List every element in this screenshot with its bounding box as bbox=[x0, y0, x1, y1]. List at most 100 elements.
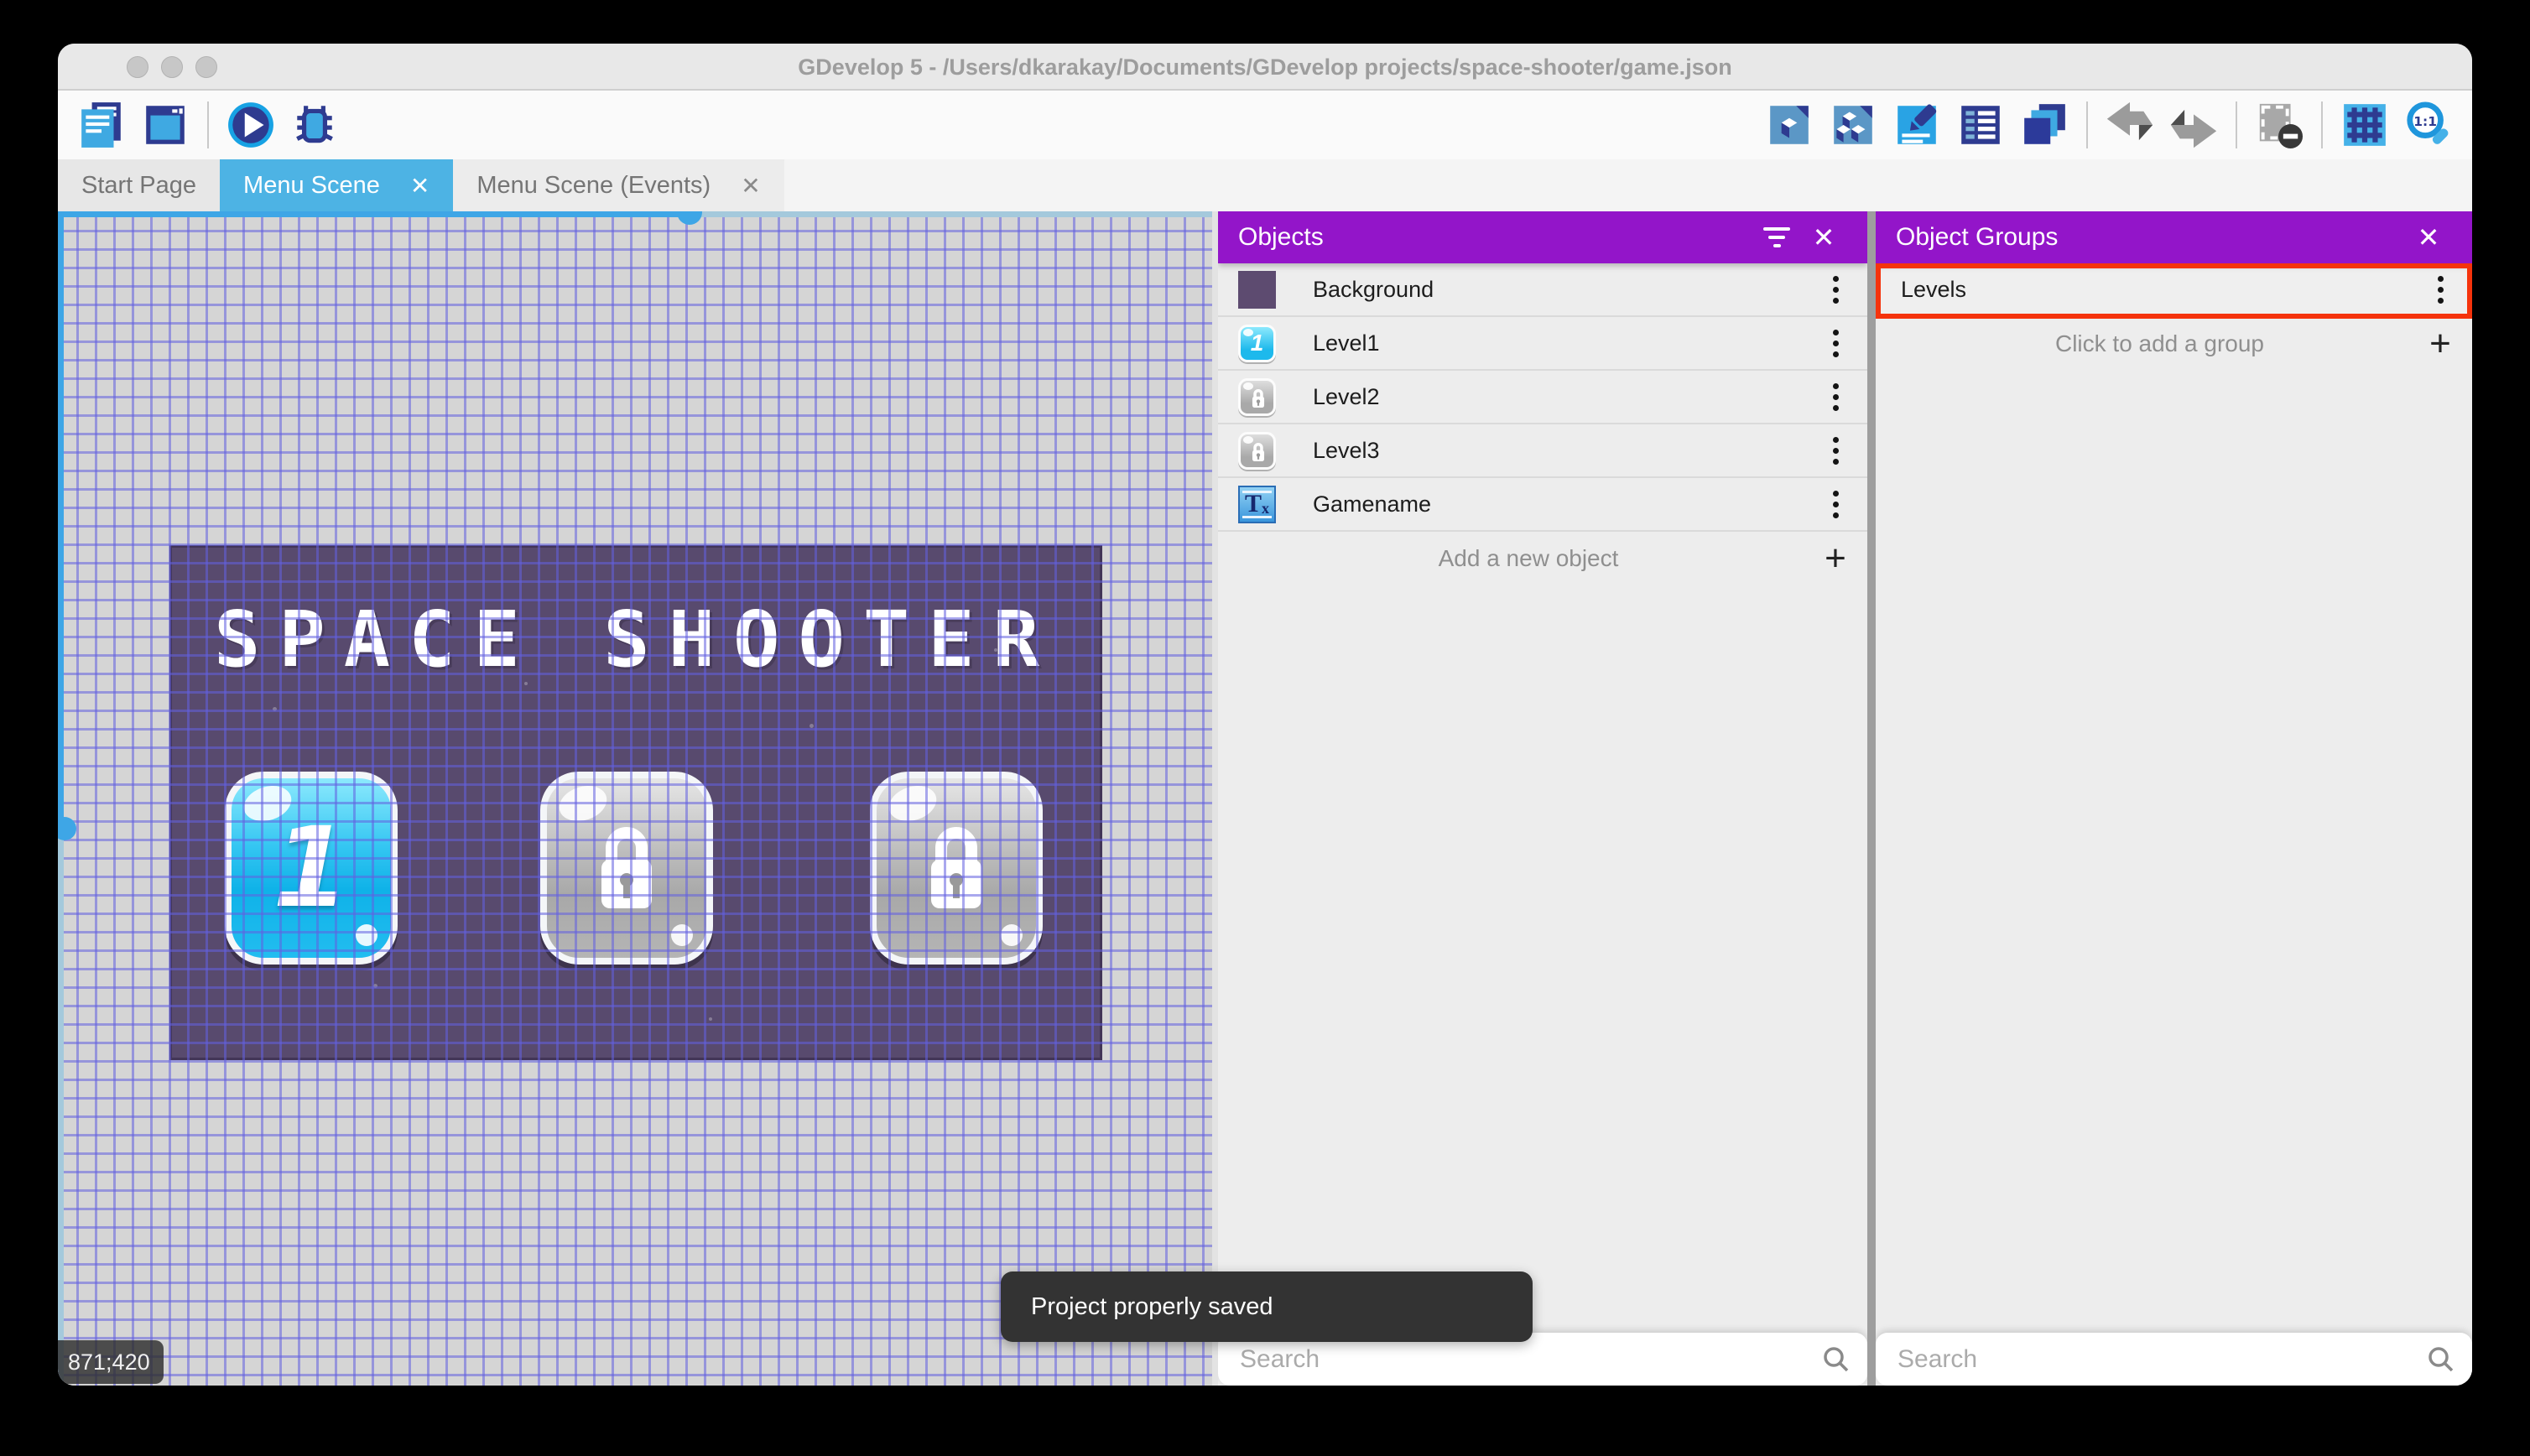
add-object-label: Add a new object bbox=[1238, 545, 1819, 572]
cursor-coordinates-badge: 871;420 bbox=[58, 1340, 164, 1384]
level1-button-object[interactable]: 1 bbox=[225, 772, 398, 965]
group-menu-icon[interactable] bbox=[2423, 276, 2457, 304]
close-tab-icon[interactable]: ✕ bbox=[410, 172, 429, 200]
selection-edge-left-faded bbox=[58, 828, 64, 1386]
plus-icon[interactable]: + bbox=[1819, 542, 1852, 575]
traffic-lights bbox=[127, 56, 217, 78]
group-label: Levels bbox=[1901, 277, 2423, 303]
level-locked-thumbnail bbox=[1238, 432, 1276, 470]
search-icon bbox=[1822, 1345, 1851, 1374]
filter-icon[interactable] bbox=[1753, 214, 1800, 261]
search-icon bbox=[2427, 1345, 2455, 1374]
canvas-panel-gutter bbox=[1212, 211, 1218, 1386]
level3-button-object[interactable] bbox=[870, 772, 1043, 965]
object-menu-icon[interactable] bbox=[1819, 383, 1852, 411]
selection-edge-top-faded bbox=[689, 211, 1212, 217]
level-unlocked-thumbnail: 1 bbox=[1238, 325, 1276, 362]
tab-menu-scene-events[interactable]: Menu Scene (Events) ✕ bbox=[453, 159, 783, 211]
object-menu-icon[interactable] bbox=[1819, 276, 1852, 304]
cursor-coordinates: 871;420 bbox=[68, 1349, 150, 1375]
edit-object-group-icon[interactable] bbox=[1829, 101, 1877, 149]
toggle-grid-icon[interactable] bbox=[2340, 101, 2389, 149]
editor-tabs: Start Page Menu Scene ✕ Menu Scene (Even… bbox=[58, 159, 2472, 211]
toolbar-separator bbox=[2236, 101, 2237, 148]
tab-label: Menu Scene (Events) bbox=[476, 172, 711, 200]
gdevelop-window: GDevelop 5 - /Users/dkarakay/Documents/G… bbox=[58, 44, 2472, 1386]
selection-resize-handle-top[interactable] bbox=[677, 211, 702, 225]
object-label: Level1 bbox=[1313, 330, 1819, 356]
object-row-level3[interactable]: Level3 bbox=[1218, 424, 1867, 478]
object-row-gamename[interactable]: Tx Gamename bbox=[1218, 478, 1867, 532]
object-row-background[interactable]: Background bbox=[1218, 263, 1867, 317]
objects-panel-header: Objects ✕ bbox=[1218, 211, 1867, 263]
instances-list-icon[interactable] bbox=[1956, 101, 2005, 149]
panel-divider[interactable] bbox=[1867, 211, 1876, 1386]
object-menu-icon[interactable] bbox=[1819, 491, 1852, 518]
project-manager-icon[interactable] bbox=[77, 101, 126, 149]
zoom-window-button[interactable] bbox=[195, 56, 217, 78]
toggle-mask-icon[interactable] bbox=[2255, 101, 2304, 149]
object-groups-search-bar bbox=[1876, 1333, 2472, 1386]
scene-editor-canvas[interactable]: SPACE SHOOTER 1 bbox=[58, 211, 1212, 1386]
selection-edge-top bbox=[58, 211, 689, 217]
toolbar-separator bbox=[207, 101, 209, 148]
object-groups-panel-header: Object Groups ✕ bbox=[1876, 211, 2472, 263]
close-panel-icon[interactable]: ✕ bbox=[2405, 214, 2452, 261]
tab-label: Menu Scene bbox=[243, 172, 380, 200]
object-row-level2[interactable]: Level2 bbox=[1218, 371, 1867, 424]
start-page-icon[interactable] bbox=[141, 101, 190, 149]
objects-panel: Objects ✕ Background 1 Level1 bbox=[1218, 211, 1867, 1386]
background-thumbnail bbox=[1238, 271, 1276, 309]
tab-label: Start Page bbox=[81, 172, 196, 200]
toast-message: Project properly saved bbox=[1031, 1293, 1273, 1321]
object-groups-panel-title: Object Groups bbox=[1896, 223, 2405, 252]
toolbar-separator bbox=[2321, 101, 2323, 148]
scene-title-text[interactable]: SPACE SHOOTER bbox=[172, 595, 1100, 684]
main-toolbar: 1:1 bbox=[58, 91, 2472, 159]
object-groups-panel: Object Groups ✕ Levels Click to add a gr… bbox=[1876, 211, 2472, 1386]
plus-icon[interactable]: + bbox=[2423, 327, 2457, 361]
undo-icon[interactable] bbox=[2106, 101, 2154, 149]
close-window-button[interactable] bbox=[127, 56, 148, 78]
object-row-level1[interactable]: 1 Level1 bbox=[1218, 317, 1867, 371]
object-menu-icon[interactable] bbox=[1819, 330, 1852, 357]
object-label: Gamename bbox=[1313, 491, 1819, 517]
tab-menu-scene[interactable]: Menu Scene ✕ bbox=[220, 159, 453, 211]
object-groups-search-input[interactable] bbox=[1896, 1344, 2427, 1375]
main-content: SPACE SHOOTER 1 bbox=[58, 211, 2472, 1386]
add-group-row[interactable]: Click to add a group + bbox=[1876, 317, 2472, 371]
objects-search-input[interactable] bbox=[1238, 1344, 1822, 1375]
toolbar-separator bbox=[2086, 101, 2088, 148]
add-object-row[interactable]: Add a new object + bbox=[1218, 532, 1867, 585]
object-menu-icon[interactable] bbox=[1819, 437, 1852, 465]
zoom-one-to-one-icon[interactable]: 1:1 bbox=[2404, 101, 2453, 149]
object-label: Background bbox=[1313, 277, 1819, 303]
close-panel-icon[interactable]: ✕ bbox=[1800, 214, 1847, 261]
gloss-dot bbox=[1001, 924, 1023, 946]
selection-resize-handle-left[interactable] bbox=[58, 817, 76, 840]
redo-icon[interactable] bbox=[2169, 101, 2218, 149]
play-preview-icon[interactable] bbox=[226, 101, 275, 149]
objects-panel-title: Objects bbox=[1238, 223, 1753, 252]
object-label: Level3 bbox=[1313, 438, 1819, 464]
tab-start-page[interactable]: Start Page bbox=[58, 159, 220, 211]
debug-icon[interactable] bbox=[290, 101, 339, 149]
level-locked-thumbnail bbox=[1238, 378, 1276, 416]
layers-icon[interactable] bbox=[2020, 101, 2069, 149]
edit-scene-properties-icon[interactable] bbox=[1892, 101, 1941, 149]
background-object[interactable]: SPACE SHOOTER 1 bbox=[169, 545, 1102, 1060]
gloss-dot bbox=[356, 924, 377, 946]
selection-edge-left bbox=[58, 211, 64, 828]
add-group-label: Click to add a group bbox=[1896, 330, 2423, 357]
object-label: Level2 bbox=[1313, 384, 1819, 410]
title-bar: GDevelop 5 - /Users/dkarakay/Documents/G… bbox=[58, 44, 2472, 91]
edit-object-icon[interactable] bbox=[1765, 101, 1814, 149]
gloss-dot bbox=[671, 924, 693, 946]
minimize-window-button[interactable] bbox=[161, 56, 183, 78]
save-toast: Project properly saved bbox=[1001, 1271, 1533, 1342]
window-title: GDevelop 5 - /Users/dkarakay/Documents/G… bbox=[58, 44, 2472, 91]
level2-button-object[interactable] bbox=[540, 772, 713, 965]
close-tab-icon[interactable]: ✕ bbox=[741, 172, 760, 200]
group-row-levels[interactable]: Levels bbox=[1876, 263, 2472, 317]
text-object-thumbnail: Tx bbox=[1238, 486, 1276, 523]
